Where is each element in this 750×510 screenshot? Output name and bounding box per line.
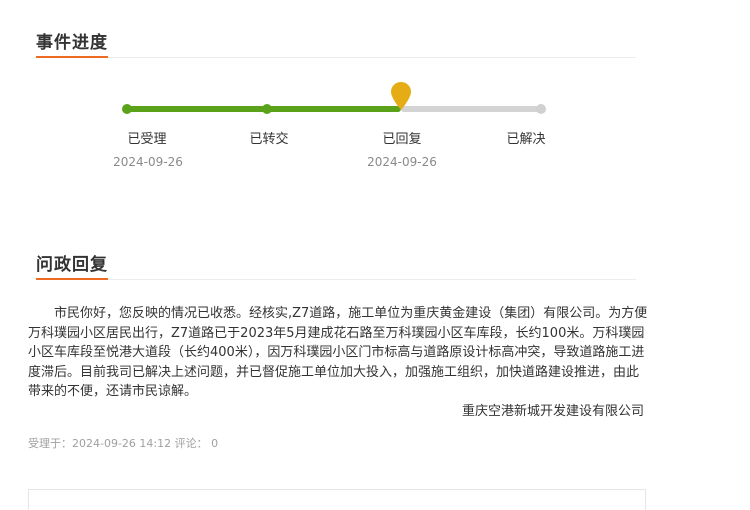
step-label-replied: 已回复 <box>382 132 422 147</box>
reply-body: 市民你好，您反映的情况已收悉。经核实,Z7道路，施工单位为重庆黄金建设（集团）有… <box>28 306 648 399</box>
step-dot-resolved <box>536 104 546 114</box>
reply-title-accent <box>36 278 108 280</box>
comment-box <box>28 489 646 510</box>
reply-signature: 重庆空港新城开发建设有限公司 <box>461 403 644 419</box>
progress-section-title: 事件进度 <box>36 33 108 53</box>
progress-track-remaining <box>401 106 541 112</box>
step-date-replied: 2024-09-26 <box>367 155 437 169</box>
reply-meta: 受理于：2024-09-26 14:12 评论： 0 <box>28 437 219 450</box>
reply-content: 市民你好，您反映的情况已收悉。经核实,Z7道路，施工单位为重庆黄金建设（集团）有… <box>28 304 648 421</box>
progress-title-accent <box>36 56 108 58</box>
step-dot-transferred <box>262 104 272 114</box>
current-step-marker-icon <box>391 82 411 110</box>
step-label-accepted: 已受理 <box>127 132 167 147</box>
step-label-transferred: 已转交 <box>249 132 289 147</box>
reply-section-title: 问政回复 <box>36 255 108 275</box>
step-dot-accepted <box>122 104 132 114</box>
reply-title-divider <box>36 279 636 280</box>
progress-title-divider <box>36 57 636 58</box>
step-label-resolved: 已解决 <box>506 132 546 147</box>
step-date-accepted: 2024-09-26 <box>113 155 183 169</box>
